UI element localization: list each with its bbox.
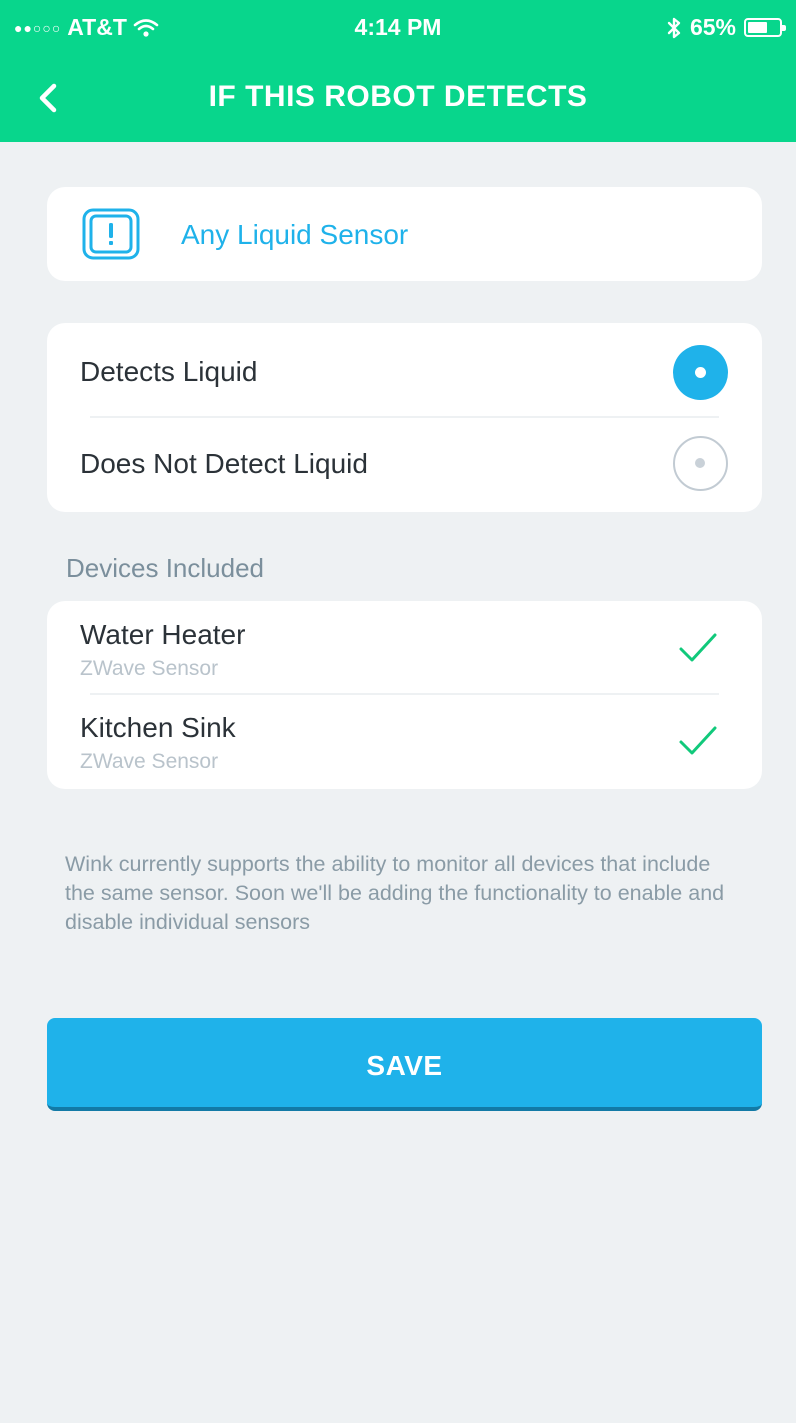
devices-section-label: Devices Included bbox=[66, 553, 264, 583]
devices-list: Water Heater ZWave Sensor Kitchen Sink Z… bbox=[47, 601, 762, 789]
battery-fill bbox=[748, 22, 768, 33]
sensor-selector[interactable]: Any Liquid Sensor bbox=[47, 187, 762, 281]
device-name: Water Heater bbox=[80, 619, 246, 650]
sensor-label: Any Liquid Sensor bbox=[181, 219, 409, 250]
device-row-water-heater[interactable]: Water Heater ZWave Sensor bbox=[47, 601, 762, 695]
battery-percent: 65% bbox=[689, 14, 736, 40]
option-does-not-detect-liquid[interactable]: Does Not Detect Liquid bbox=[47, 418, 762, 512]
option-label: Detects Liquid bbox=[80, 356, 258, 387]
battery-tip bbox=[782, 25, 786, 31]
checkmark-icon bbox=[679, 633, 717, 662]
device-name: Kitchen Sink bbox=[80, 712, 236, 743]
checkmark-icon bbox=[679, 726, 717, 755]
info-note: Wink currently supports the ability to m… bbox=[65, 852, 725, 934]
option-label: Does Not Detect Liquid bbox=[80, 448, 368, 479]
liquid-sensor-icon bbox=[82, 208, 140, 260]
bluetooth-icon bbox=[667, 17, 681, 38]
status-right: 65% bbox=[666, 14, 786, 41]
save-button[interactable]: SAVE bbox=[47, 1018, 762, 1111]
page-title: IF THIS ROBOT DETECTS bbox=[208, 80, 588, 113]
radio-unselected[interactable] bbox=[673, 436, 728, 491]
option-detects-liquid[interactable]: Detects Liquid bbox=[47, 323, 762, 417]
header-bar: ●●○○○ AT&T 4:14 PM 65% IF THIS ROBOT DET… bbox=[0, 0, 796, 142]
status-bar: ●●○○○ AT&T 4:14 PM 65% bbox=[0, 0, 796, 55]
device-type: ZWave Sensor bbox=[80, 657, 219, 680]
detection-options: Detects Liquid Does Not Detect Liquid bbox=[47, 323, 762, 512]
battery-icon bbox=[744, 18, 786, 37]
save-button-label: SAVE bbox=[366, 1050, 443, 1081]
device-type: ZWave Sensor bbox=[80, 750, 219, 773]
radio-selected[interactable] bbox=[673, 345, 728, 400]
device-row-kitchen-sink[interactable]: Kitchen Sink ZWave Sensor bbox=[47, 694, 762, 788]
